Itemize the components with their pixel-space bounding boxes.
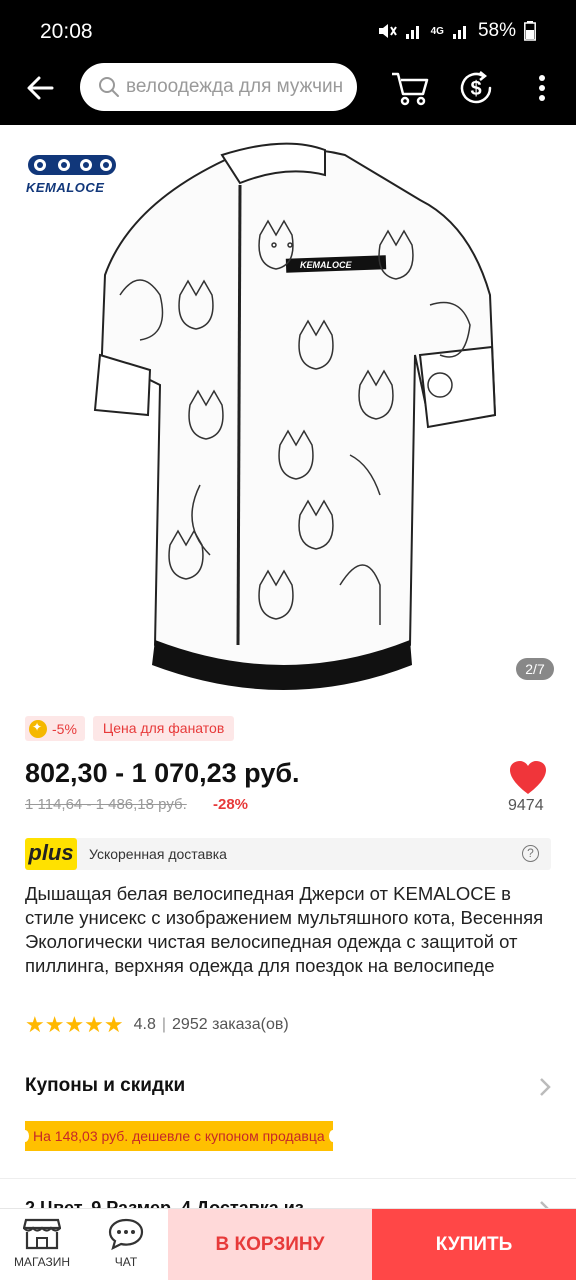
coupons-title[interactable]: Купоны и скидки bbox=[25, 1075, 185, 1097]
dollar-refresh-icon[interactable]: $ bbox=[454, 66, 498, 110]
delivery-text: Ускоренная доставка bbox=[89, 846, 227, 862]
rating-separator: | bbox=[161, 1016, 167, 1033]
price-badges: -5% Цена для фанатов bbox=[25, 716, 235, 741]
svg-text:$: $ bbox=[470, 78, 481, 100]
status-time: 20:08 bbox=[40, 20, 93, 43]
app-header: велоодежда для мужчин $ bbox=[0, 56, 576, 120]
image-counter: 2/7 bbox=[516, 658, 554, 680]
rating-value: 4.8 bbox=[133, 1016, 156, 1033]
coin-discount-badge[interactable]: -5% bbox=[25, 716, 85, 741]
orders-count: 2952 заказа(ов) bbox=[172, 1016, 289, 1033]
chat-tab[interactable]: ЧАТ bbox=[84, 1209, 168, 1280]
store-tab[interactable]: МАГАЗИН bbox=[0, 1209, 84, 1280]
star-rating-icon: ★★★★★ bbox=[25, 1012, 124, 1037]
status-icons: 4G 58% bbox=[377, 20, 536, 42]
fan-price-badge: Цена для фанатов bbox=[92, 716, 235, 741]
top-bar: 20:08 4G 58% велоодежда для мужчин $ bbox=[0, 0, 576, 125]
store-label: МАГАЗИН bbox=[13, 1255, 71, 1269]
product-gallery[interactable]: KEMALOCE KEMALOCE bbox=[0, 125, 576, 695]
old-price: 1 114,64 - 1 486,18 руб. bbox=[25, 796, 187, 813]
more-vert-icon[interactable] bbox=[520, 66, 564, 110]
wishlist-count: 9474 bbox=[508, 797, 544, 814]
battery-icon bbox=[524, 21, 536, 41]
search-input[interactable]: велоодежда для мужчин bbox=[80, 63, 357, 111]
chat-icon bbox=[108, 1218, 144, 1251]
plus-logo: plus bbox=[25, 838, 77, 870]
add-to-cart-button[interactable]: В КОРЗИНУ bbox=[168, 1209, 372, 1280]
status-bar: 20:08 4G 58% bbox=[0, 0, 576, 64]
battery-percent: 58% bbox=[477, 20, 516, 41]
mute-icon bbox=[378, 24, 397, 38]
search-placeholder: велоодежда для мужчин bbox=[126, 76, 344, 97]
current-price: 802,30 - 1 070,23 руб. bbox=[25, 758, 300, 788]
signal-icon bbox=[405, 26, 419, 39]
cart-icon[interactable] bbox=[388, 66, 432, 110]
rating-row[interactable]: ★★★★★ 4.8 | 2952 заказа(ов) bbox=[25, 1012, 289, 1038]
chevron-right-icon[interactable] bbox=[538, 1076, 552, 1098]
plus-delivery-bar[interactable]: plus Ускоренная доставка ? bbox=[25, 838, 551, 870]
network-type: 4G bbox=[430, 25, 444, 37]
coin-icon bbox=[29, 719, 47, 738]
signal-icon-2 bbox=[452, 26, 466, 39]
coin-discount-text: -5% bbox=[52, 720, 77, 737]
store-icon bbox=[23, 1218, 61, 1250]
discount-percent: -28% bbox=[213, 796, 249, 813]
chat-label: ЧАТ bbox=[114, 1255, 138, 1269]
product-image-jersey: KEMALOCE bbox=[93, 142, 497, 690]
help-icon[interactable]: ? bbox=[522, 845, 539, 862]
jersey-label: KEMALOCE bbox=[300, 260, 352, 270]
bottom-action-bar: МАГАЗИН ЧАТ В КОРЗИНУ КУПИТЬ bbox=[0, 1208, 576, 1280]
buy-now-button[interactable]: КУПИТЬ bbox=[372, 1209, 576, 1280]
heart-icon[interactable] bbox=[508, 760, 548, 796]
back-arrow-icon[interactable] bbox=[22, 70, 58, 106]
search-icon bbox=[99, 77, 119, 97]
section-divider bbox=[0, 1178, 576, 1179]
coupon-tag[interactable]: На 148,03 руб. дешевле с купоном продавц… bbox=[21, 1121, 337, 1151]
product-title: Дышащая белая велосипедная Джерси от KEM… bbox=[25, 883, 544, 976]
